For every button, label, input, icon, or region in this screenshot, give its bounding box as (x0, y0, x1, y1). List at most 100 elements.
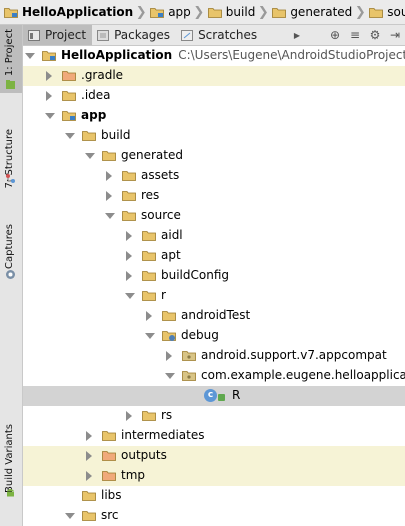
node-name: res (141, 188, 160, 202)
expand-right-icon[interactable] (106, 191, 112, 201)
tree-row[interactable]: res (23, 186, 405, 206)
breadcrumb-item[interactable]: source (365, 0, 405, 24)
source-root-folder-icon (162, 330, 176, 341)
scratches-icon (181, 29, 194, 41)
tab-label: Project (45, 28, 87, 42)
tree-row[interactable]: build (23, 126, 405, 146)
expand-right-icon[interactable] (106, 171, 112, 181)
tree-row[interactable]: aidl (23, 226, 405, 246)
tab-packages[interactable]: Packages (92, 25, 176, 45)
tree-row[interactable]: app (23, 106, 405, 126)
expand-right-icon[interactable] (46, 91, 52, 101)
expand-down-icon[interactable] (105, 213, 115, 219)
tree-row[interactable]: apt (23, 246, 405, 266)
folder-icon (162, 310, 176, 321)
tool-tab-label: Build Variants (4, 424, 15, 493)
tree-row[interactable]: rs (23, 406, 405, 426)
expand-right-icon[interactable] (146, 311, 152, 321)
folder-icon (142, 230, 156, 241)
collapse-all-icon[interactable]: ≡ (345, 25, 365, 45)
tree-row[interactable]: src (23, 506, 405, 526)
more-tabs-icon[interactable]: ▶ (287, 25, 307, 45)
breadcrumb-item[interactable]: app (146, 0, 191, 24)
tree-row[interactable]: .idea (23, 86, 405, 106)
tree-node-label: androidTest (181, 308, 250, 322)
folder-icon (142, 270, 156, 281)
expand-down-icon[interactable] (65, 133, 75, 139)
node-name: generated (121, 148, 183, 162)
tree-row[interactable]: libs (23, 486, 405, 506)
folder-icon (142, 250, 156, 261)
breadcrumb-label: app (168, 5, 191, 19)
tree-row[interactable]: source (23, 206, 405, 226)
folder-icon (142, 290, 156, 301)
folder-icon (102, 150, 116, 161)
tree-row[interactable]: HelloApplication C:\Users\Eugene\AndroidS… (23, 46, 405, 66)
package-icon (182, 350, 196, 361)
left-tool-strip: 1: Project 7: Structure Captures Build Vari… (0, 25, 23, 526)
tree-row[interactable]: outputs (23, 446, 405, 466)
tree-row[interactable]: assets (23, 166, 405, 186)
expand-right-icon[interactable] (46, 71, 52, 81)
folder-icon (122, 210, 136, 221)
project-folder-icon (42, 50, 56, 61)
tree-row[interactable]: android.support.v7.appcompat (23, 346, 405, 366)
project-tree[interactable]: HelloApplication C:\Users\Eugene\AndroidS… (23, 46, 405, 526)
sync-icon[interactable]: ⊕ (325, 25, 345, 45)
tree-row[interactable]: cR (23, 386, 405, 406)
tool-tab-3[interactable]: Captures (0, 220, 22, 280)
expand-right-icon[interactable] (126, 231, 132, 241)
tree-row[interactable]: buildConfig (23, 266, 405, 286)
tree-row[interactable]: com.example.eugene.helloapplication (23, 366, 405, 386)
module-folder-icon (62, 110, 76, 121)
expand-right-icon[interactable] (126, 251, 132, 261)
expand-down-icon[interactable] (25, 53, 35, 59)
settings-icon[interactable]: ⚙ (365, 25, 385, 45)
expand-right-icon[interactable] (126, 411, 132, 421)
expand-down-icon[interactable] (65, 513, 75, 519)
folder-icon (62, 90, 76, 101)
tool-tab-4[interactable]: Build Variants (0, 420, 22, 524)
node-name: HelloApplication (61, 48, 173, 62)
tool-tab-1[interactable]: 1: Project (0, 25, 22, 93)
breadcrumb-label: HelloApplication (22, 5, 134, 19)
hide-icon[interactable]: ⇥ (385, 25, 405, 45)
tree-row[interactable]: androidTest (23, 306, 405, 326)
breadcrumb-label: generated (290, 5, 353, 19)
breadcrumb-item[interactable]: build (204, 0, 255, 24)
breadcrumb: HelloApplication❯app❯build❯generated❯sou… (0, 0, 405, 25)
tree-node-label: buildConfig (161, 268, 229, 282)
tree-node-label: debug (181, 328, 219, 342)
expand-right-icon[interactable] (86, 451, 92, 461)
tree-node-label: HelloApplication C:\Users\Eugene\AndroidS… (61, 48, 405, 62)
expand-down-icon[interactable] (125, 293, 135, 299)
tree-row[interactable]: debug (23, 326, 405, 346)
tree-row[interactable]: generated (23, 146, 405, 166)
tab-project[interactable]: Project (23, 25, 93, 45)
expand-right-icon[interactable] (126, 271, 132, 281)
expand-down-icon[interactable] (45, 113, 55, 119)
tree-node-label: aidl (161, 228, 183, 242)
module-folder-icon (150, 7, 165, 18)
tab-scratches[interactable]: Scratches (176, 25, 263, 45)
expand-right-icon[interactable] (166, 351, 172, 361)
tool-tab-label: Captures (4, 224, 15, 269)
expand-down-icon[interactable] (165, 373, 175, 379)
expand-right-icon[interactable] (86, 471, 92, 481)
node-name: .idea (81, 88, 111, 102)
tool-tab-2[interactable]: 7: Structure (0, 125, 22, 215)
expand-right-icon[interactable] (86, 431, 92, 441)
expand-down-icon[interactable] (145, 333, 155, 339)
breadcrumb-item[interactable]: HelloApplication (0, 0, 133, 24)
chevron-right-icon: ❯ (135, 4, 147, 20)
tab-label: Scratches (198, 28, 258, 42)
excluded-folder-icon (102, 470, 116, 481)
breadcrumb-item[interactable]: generated (268, 0, 352, 24)
tree-node-label: outputs (121, 448, 167, 462)
tree-row[interactable]: .gradle (23, 66, 405, 86)
tree-row[interactable]: intermediates (23, 426, 405, 446)
expand-down-icon[interactable] (85, 153, 95, 159)
tree-row[interactable]: tmp (23, 466, 405, 486)
folder-icon (102, 430, 116, 441)
tree-row[interactable]: r (23, 286, 405, 306)
